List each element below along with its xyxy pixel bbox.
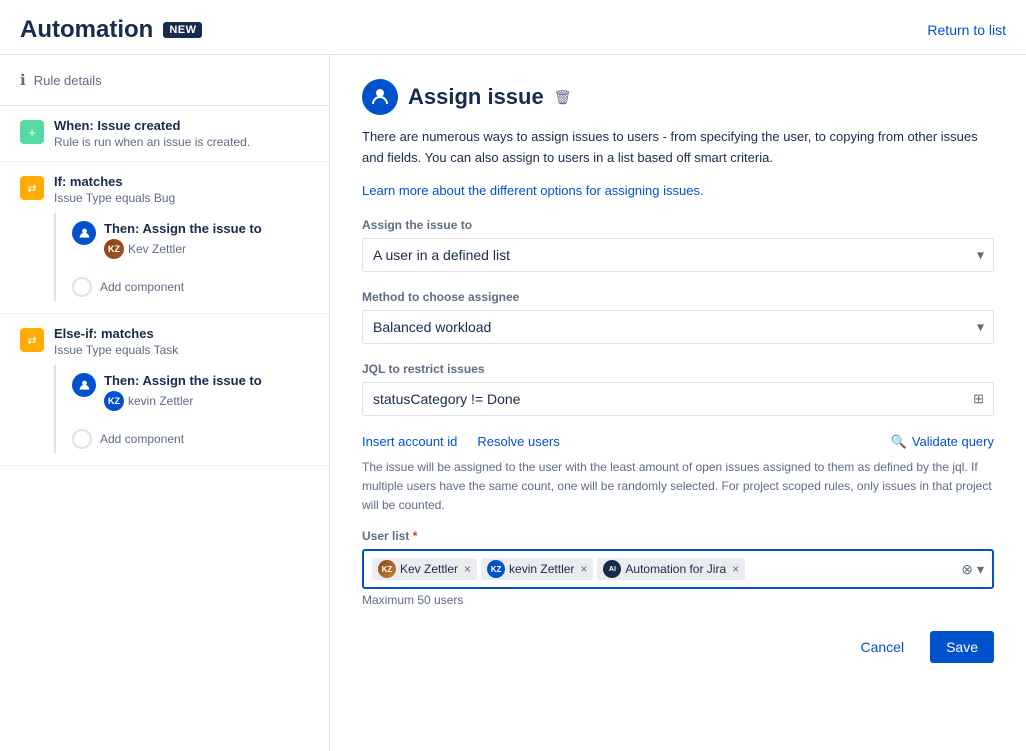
- method-label: Method to choose assignee: [362, 290, 994, 304]
- user-tag-kev: KZ Kev Zettler ×: [372, 558, 477, 580]
- return-to-list-link[interactable]: Return to list: [927, 22, 1006, 38]
- method-select-wrapper: Balanced workload Random Round robin: [362, 310, 994, 344]
- hint-text: The issue will be assigned to the user w…: [362, 458, 994, 516]
- then-nested-section: Then: Assign the issue to KZ Kev Zettler…: [54, 213, 309, 301]
- assign-to-select-wrapper: A user in a defined list A specific user…: [362, 238, 994, 272]
- then-assign-content-2: Then: Assign the issue to KZ kevin Zettl…: [104, 373, 309, 411]
- kevin-name: kevin Zettler: [128, 394, 193, 408]
- method-select[interactable]: Balanced workload Random Round robin: [362, 310, 994, 344]
- kev-tag-avatar: KZ: [378, 560, 396, 578]
- if-title: If: matches: [54, 174, 309, 189]
- assign-to-select[interactable]: A user in a defined list A specific user…: [362, 238, 994, 272]
- footer-buttons: Cancel Save: [362, 631, 994, 663]
- automation-tag-avatar: AI: [603, 560, 621, 578]
- user-list-controls: ⊗ ▾: [961, 561, 984, 578]
- resolve-users-link[interactable]: Resolve users: [477, 434, 559, 449]
- user-tag-automation: AI Automation for Jira ×: [597, 558, 745, 580]
- kevin-tag-name: kevin Zettler: [509, 562, 574, 576]
- assign-to-label: Assign the issue to: [362, 218, 994, 232]
- learn-more-link[interactable]: Learn more about the different options f…: [362, 183, 994, 198]
- action-row: Insert account id Resolve users 🔍 Valida…: [362, 434, 994, 450]
- then-assign-icon-2: [72, 373, 96, 397]
- kev-name: Kev Zettler: [128, 242, 186, 256]
- if-icon: ⇄: [20, 176, 44, 200]
- then-assign-icon: [72, 221, 96, 245]
- user-list-field[interactable]: KZ Kev Zettler × KZ kevin Zettler × AI A…: [362, 549, 994, 589]
- sidebar: ℹ Rule details + When: Issue created Rul…: [0, 55, 330, 751]
- add-component-label-2: Add component: [100, 432, 184, 446]
- assign-issue-icon: [362, 79, 398, 115]
- if-content: If: matches Issue Type equals Bug: [54, 174, 309, 205]
- list-dropdown-button[interactable]: ▾: [977, 561, 984, 578]
- when-subtitle: Rule is run when an issue is created.: [54, 135, 309, 149]
- else-if-content: Else-if: matches Issue Type equals Task: [54, 326, 309, 357]
- jql-icon: ⊞: [973, 391, 984, 407]
- jql-input-wrapper: ⊞: [362, 382, 994, 416]
- else-if-condition-item[interactable]: ⇄ Else-if: matches Issue Type equals Tas…: [0, 314, 329, 466]
- add-component-dot-2: [72, 429, 92, 449]
- jql-section: JQL to restrict issues ⊞: [362, 362, 994, 416]
- app-header: Automation NEW Return to list: [0, 0, 1026, 55]
- if-subtitle: Issue Type equals Bug: [54, 191, 309, 205]
- user-tag-kevin: KZ kevin Zettler ×: [481, 558, 593, 580]
- else-if-subtitle: Issue Type equals Task: [54, 343, 309, 357]
- when-trigger-item[interactable]: + When: Issue created Rule is run when a…: [0, 106, 329, 162]
- main-layout: ℹ Rule details + When: Issue created Rul…: [0, 55, 1026, 751]
- add-component-dot-1: [72, 277, 92, 297]
- content-description: There are numerous ways to assign issues…: [362, 127, 994, 169]
- save-button[interactable]: Save: [930, 631, 994, 663]
- kevin-tag-avatar: KZ: [487, 560, 505, 578]
- cancel-button[interactable]: Cancel: [844, 631, 920, 663]
- max-users-text: Maximum 50 users: [362, 593, 994, 607]
- rule-details-item[interactable]: ℹ Rule details: [0, 55, 329, 106]
- header-left: Automation NEW: [20, 16, 202, 44]
- kev-tag-name: Kev Zettler: [400, 562, 458, 576]
- assign-to-section: Assign the issue to A user in a defined …: [362, 218, 994, 272]
- content-panel: Assign issue 🗑 There are numerous ways t…: [330, 55, 1026, 751]
- delete-icon[interactable]: 🗑: [554, 89, 572, 106]
- kevin-tag-close[interactable]: ×: [580, 562, 587, 576]
- required-indicator: *: [413, 529, 418, 543]
- kev-avatar: KZ: [104, 239, 124, 259]
- new-badge: NEW: [163, 22, 202, 38]
- user-list-section: User list * KZ Kev Zettler × KZ kevin Ze…: [362, 529, 994, 607]
- jql-input[interactable]: [362, 382, 994, 416]
- else-if-icon: ⇄: [20, 328, 44, 352]
- when-title: When: Issue created: [54, 118, 309, 133]
- automation-tag-close[interactable]: ×: [732, 562, 739, 576]
- then-assign-title: Then: Assign the issue to: [104, 221, 309, 236]
- then-assign-item[interactable]: Then: Assign the issue to KZ Kev Zettler: [72, 213, 309, 267]
- when-icon: +: [20, 120, 44, 144]
- when-content: When: Issue created Rule is run when an …: [54, 118, 309, 149]
- add-component-label-1: Add component: [100, 280, 184, 294]
- method-section: Method to choose assignee Balanced workl…: [362, 290, 994, 344]
- validate-query-link[interactable]: 🔍 Validate query: [891, 434, 994, 450]
- search-icon: 🔍: [891, 434, 907, 450]
- then-assign-item-2[interactable]: Then: Assign the issue to KZ kevin Zettl…: [72, 365, 309, 419]
- add-component-1[interactable]: Add component: [72, 267, 309, 301]
- content-header: Assign issue 🗑: [362, 79, 994, 115]
- then-assign-content: Then: Assign the issue to KZ Kev Zettler: [104, 221, 309, 259]
- if-condition-item[interactable]: ⇄ If: matches Issue Type equals Bug Then…: [0, 162, 329, 314]
- else-if-title: Else-if: matches: [54, 326, 309, 341]
- then-nested-section-2: Then: Assign the issue to KZ kevin Zettl…: [54, 365, 309, 453]
- list-clear-button[interactable]: ⊗: [961, 561, 973, 578]
- app-title: Automation: [20, 16, 153, 44]
- info-icon: ℹ: [20, 71, 26, 89]
- user-list-label: User list *: [362, 529, 994, 543]
- then-assign-title-2: Then: Assign the issue to: [104, 373, 309, 388]
- rule-details-label: Rule details: [34, 73, 102, 88]
- insert-account-id-link[interactable]: Insert account id: [362, 434, 457, 449]
- jql-label: JQL to restrict issues: [362, 362, 994, 376]
- automation-tag-name: Automation for Jira: [625, 562, 726, 576]
- kev-tag-close[interactable]: ×: [464, 562, 471, 576]
- add-component-2[interactable]: Add component: [72, 419, 309, 453]
- kevin-avatar: KZ: [104, 391, 124, 411]
- content-title: Assign issue: [408, 84, 544, 110]
